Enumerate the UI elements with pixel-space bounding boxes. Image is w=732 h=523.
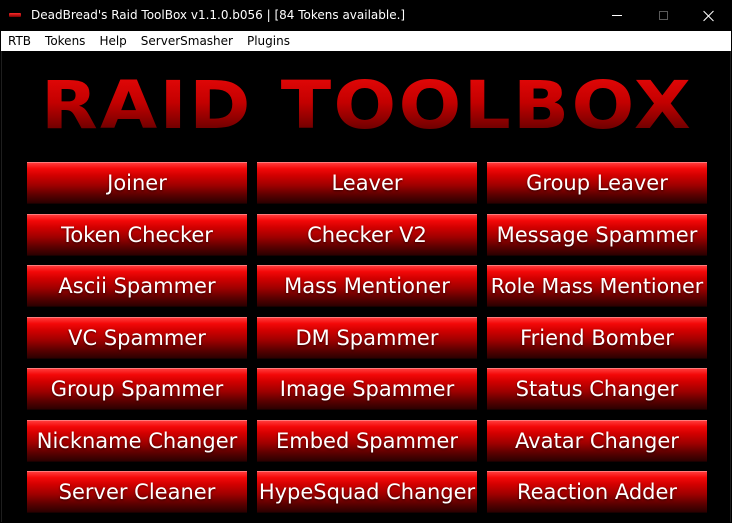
joiner-button[interactable]: Joiner <box>27 162 247 204</box>
leaver-button[interactable]: Leaver <box>257 162 477 204</box>
ascii-spammer-button[interactable]: Ascii Spammer <box>27 265 247 307</box>
image-spammer-button[interactable]: Image Spammer <box>257 368 477 410</box>
dm-spammer-button[interactable]: DM Spammer <box>257 316 477 359</box>
hypesquad-changer-button[interactable]: HypeSquad Changer <box>257 471 477 513</box>
vc-spammer-button[interactable]: VC Spammer <box>27 316 247 359</box>
group-leaver-button[interactable]: Group Leaver <box>487 162 707 204</box>
close-button[interactable] <box>686 0 732 31</box>
menu-help[interactable]: Help <box>92 31 133 51</box>
reaction-adder-button[interactable]: Reaction Adder <box>487 471 707 513</box>
message-spammer-button[interactable]: Message Spammer <box>487 213 707 256</box>
minimize-icon <box>612 15 622 16</box>
menu-bar: RTB Tokens Help ServerSmasher Plugins <box>1 31 731 51</box>
avatar-changer-button[interactable]: Avatar Changer <box>487 419 707 462</box>
group-spammer-button[interactable]: Group Spammer <box>27 368 247 410</box>
menu-tokens[interactable]: Tokens <box>38 31 92 51</box>
mass-mentioner-button[interactable]: Mass Mentioner <box>257 265 477 307</box>
server-cleaner-button[interactable]: Server Cleaner <box>27 471 247 513</box>
title-bar[interactable]: DeadBread's Raid ToolBox v1.1.0.b056 | [… <box>0 0 732 31</box>
maximize-button[interactable] <box>640 0 686 31</box>
token-checker-button[interactable]: Token Checker <box>27 213 247 256</box>
main-panel: RAID TOOLBOX Joiner Leaver Group Leaver … <box>1 51 731 522</box>
role-mass-mentioner-button[interactable]: Role Mass Mentioner <box>487 265 707 307</box>
app-icon[interactable] <box>8 10 22 20</box>
minimize-button[interactable] <box>594 0 640 31</box>
menu-plugins[interactable]: Plugins <box>240 31 297 51</box>
menu-serversmasher[interactable]: ServerSmasher <box>134 31 240 51</box>
checker-v2-button[interactable]: Checker V2 <box>257 213 477 256</box>
nickname-changer-button[interactable]: Nickname Changer <box>27 419 247 462</box>
close-icon <box>703 10 715 22</box>
menu-rtb[interactable]: RTB <box>1 31 38 51</box>
status-changer-button[interactable]: Status Changer <box>487 368 707 410</box>
window-title: DeadBread's Raid ToolBox v1.1.0.b056 | [… <box>31 8 406 22</box>
logo-title: RAID TOOLBOX <box>0 67 732 145</box>
tool-button-grid: Joiner Leaver Group Leaver Token Checker… <box>27 162 709 513</box>
maximize-icon <box>658 11 668 20</box>
app-window: DeadBread's Raid ToolBox v1.1.0.b056 | [… <box>0 0 732 523</box>
embed-spammer-button[interactable]: Embed Spammer <box>257 419 477 462</box>
friend-bomber-button[interactable]: Friend Bomber <box>487 316 707 359</box>
